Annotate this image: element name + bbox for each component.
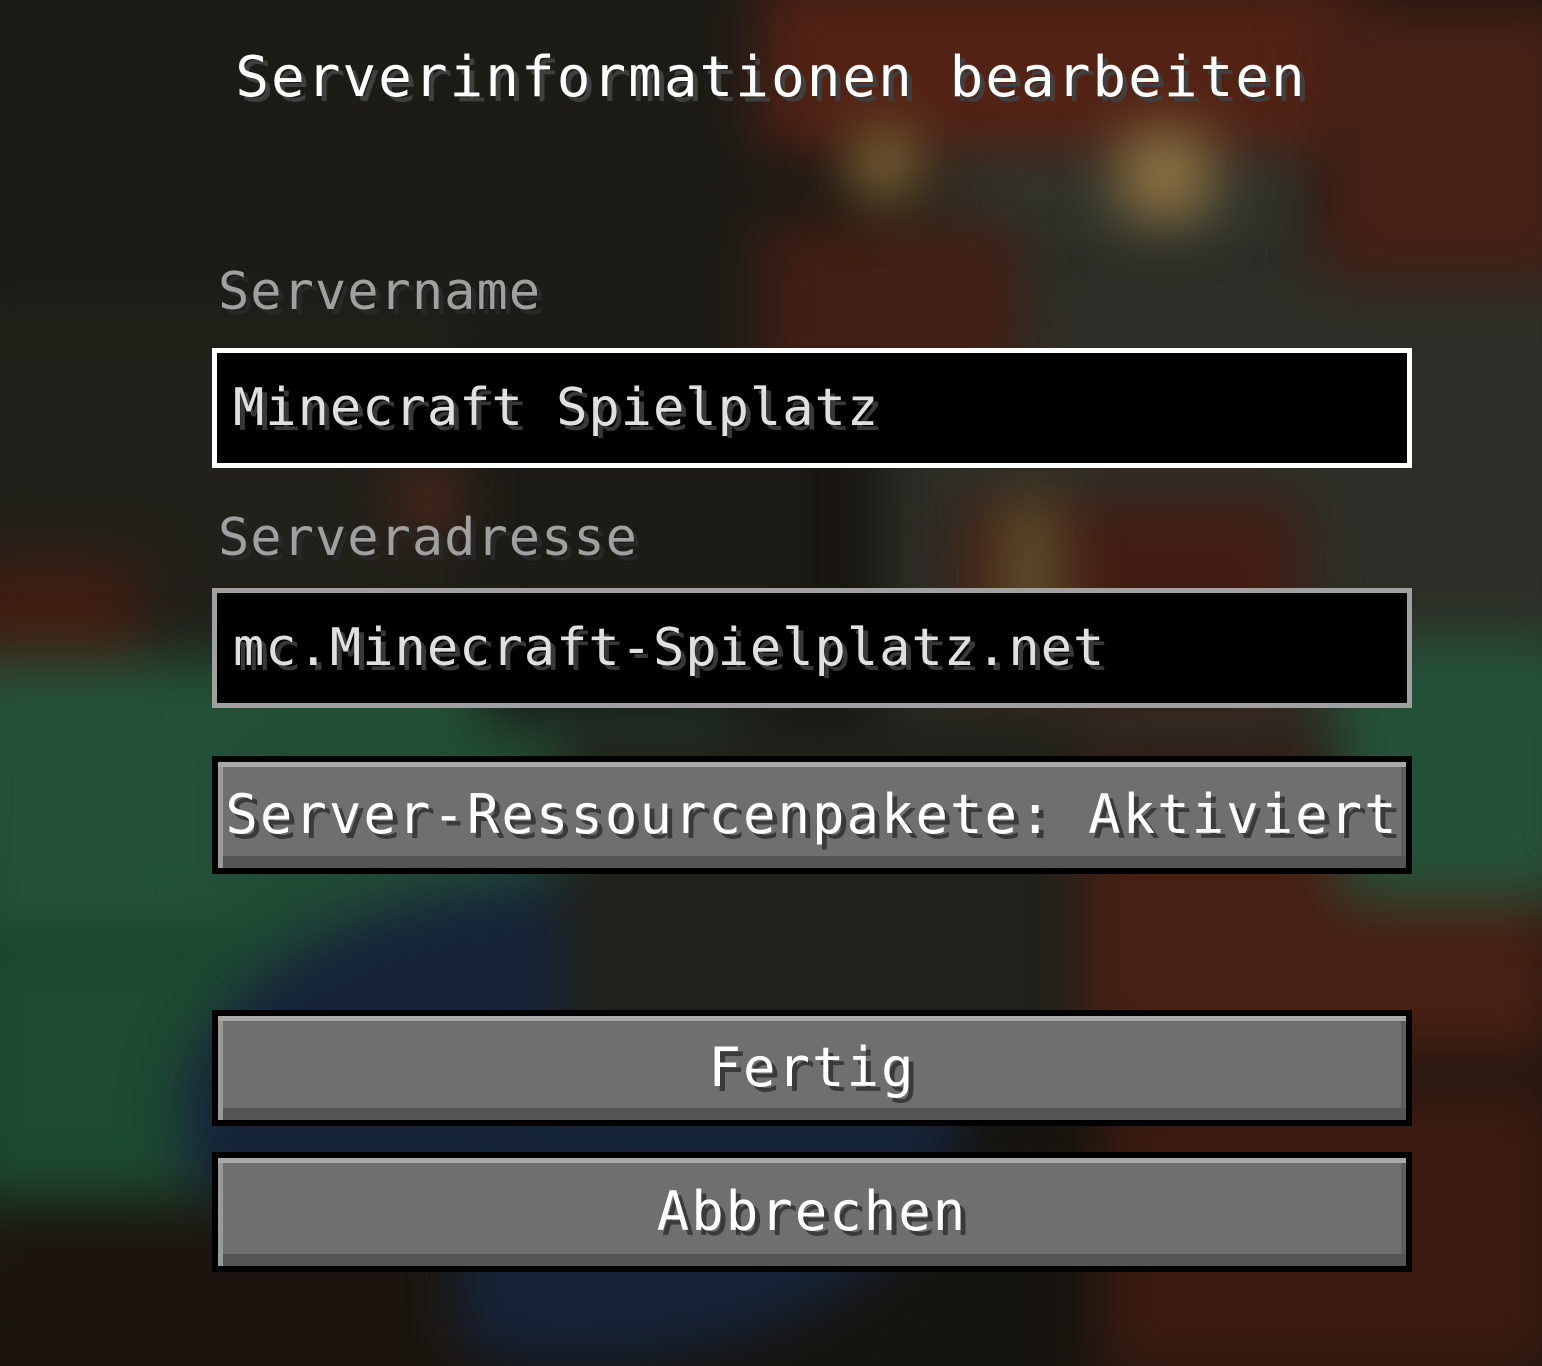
- cancel-button[interactable]: Abbrechen: [212, 1152, 1412, 1272]
- server-address-label: Serveradresse: [218, 508, 638, 568]
- server-name-label: Servername: [218, 262, 542, 322]
- edit-server-screen: Serverinformationen bearbeiten Servernam…: [0, 0, 1542, 1366]
- screen-title: Serverinformationen bearbeiten: [235, 45, 1307, 110]
- server-name-field[interactable]: [212, 348, 1412, 468]
- server-name-input[interactable]: [233, 353, 1383, 463]
- server-address-input[interactable]: [233, 593, 1383, 703]
- done-button[interactable]: Fertig: [212, 1010, 1412, 1126]
- resource-packs-toggle-button[interactable]: Server-Ressourcenpakete: Aktiviert: [212, 756, 1412, 874]
- server-address-field[interactable]: [212, 588, 1412, 708]
